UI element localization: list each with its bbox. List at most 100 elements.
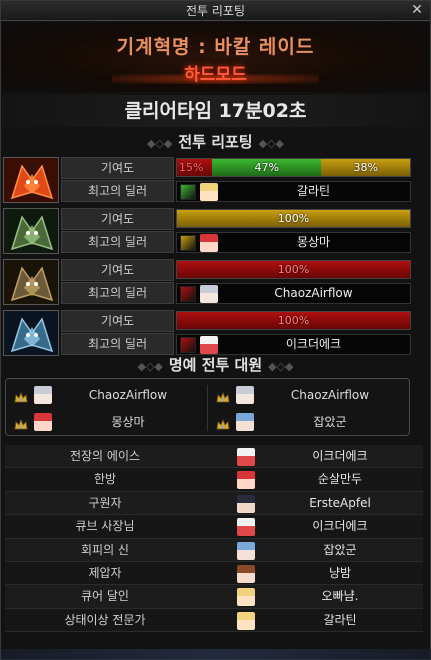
award-title: 전장의 에이스 <box>69 449 141 463</box>
award-list: 전장의 에이스 이크더에크 한방 순살만두 구원자 ErsteApfel 큐브 사장님 이크더… <box>5 445 423 633</box>
award-title: 한방 <box>93 472 117 487</box>
award-title: 상태이상 전문가 <box>64 612 146 627</box>
ice-dragon-boss-portrait <box>3 310 59 356</box>
best-dealer-label: 최고의 딜러 <box>61 282 174 304</box>
crown-icon <box>14 389 28 403</box>
award-winner-name: 이크더에크 <box>312 519 368 534</box>
best-dealer-label: 최고의 딜러 <box>61 231 174 253</box>
contribution-label: 기여도 <box>61 208 174 230</box>
red-dragon-boss-portrait <box>3 157 59 203</box>
dark-hair-avatar <box>237 494 255 513</box>
honor-member-name: 몽상마 <box>111 415 145 429</box>
silver-hair-avatar <box>34 386 52 404</box>
white-cap-avatar <box>237 448 255 466</box>
award-winner-name: 잡았군 <box>323 542 357 557</box>
red-hair-avatar <box>200 234 218 252</box>
contribution-segment: 15% <box>177 159 212 176</box>
honor-member: 잡았군 <box>210 410 406 434</box>
honor-member-name: 잡았군 <box>313 415 347 429</box>
award-title: 큐어 달인 <box>81 589 129 604</box>
honor-member-name: ChaozAirflow <box>88 388 168 402</box>
award-row: 구원자 ErsteApfel <box>5 491 423 516</box>
ornament-icon: ◆◇◆ <box>146 137 173 150</box>
dealer-name: ChaozAirflow <box>274 286 353 300</box>
brown-hair-avatar <box>237 564 255 583</box>
clear-time: 클리어타임 17분02초 <box>2 95 429 127</box>
raid-name: 기계혁명 : 바칼 레이드 <box>116 36 315 58</box>
contribution-label: 기여도 <box>61 157 174 179</box>
difficulty-mode: 하드모드 <box>184 65 247 85</box>
contribution-bar: 100% <box>176 260 411 279</box>
red-hair-avatar <box>34 413 52 431</box>
honor-section-title: ◆◇◆ 명예 전투 대원 ◆◇◆ <box>2 353 429 377</box>
contribution-segment: 47% <box>211 159 322 176</box>
dealer-name: 이크더에크 <box>285 337 342 351</box>
boss-row: 기여도 최고의 딜러 15% 47% 38% 갈라틴 <box>3 157 413 203</box>
blonde-avatar <box>200 183 218 201</box>
award-row: 제압자 냥밤 <box>5 561 423 586</box>
white-cap-avatar <box>237 518 255 537</box>
dealer-name: 몽상마 <box>296 235 331 249</box>
award-winner-name: ErsteApfel <box>309 495 371 510</box>
contribution-label: 기여도 <box>61 310 174 332</box>
award-row: 한방 순살만두 <box>5 468 423 492</box>
blue-outfit-avatar <box>236 413 254 431</box>
best-dealer-label: 최고의 딜러 <box>61 180 174 202</box>
best-dealer-box: 이크더에크 <box>176 334 411 355</box>
ornament-icon: ◆◇◆ <box>268 360 294 373</box>
award-title: 회피의 신 <box>81 542 129 557</box>
best-dealer-label: 최고의 딜러 <box>61 333 174 355</box>
crown-icon <box>216 416 230 430</box>
honor-members-box: ChaozAirflow ChaozAirflow 몽상마 잡았군 <box>5 378 410 436</box>
job-class-icon <box>180 286 196 302</box>
boss-row: 기여도 최고의 딜러 100% 몽상마 <box>3 208 413 254</box>
job-class-icon <box>180 235 196 251</box>
job-class-icon <box>180 184 196 200</box>
contribution-segment: 38% <box>321 159 410 176</box>
award-title: 구원자 <box>88 495 122 510</box>
ornament-icon: ◆◇◆ <box>258 137 284 150</box>
blue-outfit-avatar <box>237 541 255 560</box>
raid-header: 기계혁명 : 바칼 레이드 하드모드 <box>2 22 429 92</box>
crown-icon <box>14 416 28 430</box>
bottom-decoration <box>1 649 431 660</box>
white-cap-avatar <box>200 336 218 354</box>
boss-row: 기여도 최고의 딜러 100% ChaozAirflow <box>3 259 413 305</box>
blonde-avatar <box>237 611 255 630</box>
honor-member: ChaozAirflow <box>8 383 204 407</box>
honor-member: ChaozAirflow <box>210 383 406 407</box>
best-dealer-box: 갈라틴 <box>176 181 411 202</box>
silver-hair-avatar <box>200 285 218 303</box>
close-icon[interactable]: ✕ <box>410 3 424 17</box>
divider <box>207 385 208 431</box>
award-title: 큐브 사장님 <box>75 519 135 534</box>
battle-section-label: 전투 리포팅 <box>178 133 253 151</box>
crown-icon <box>216 389 230 403</box>
red-hair-avatar <box>237 471 255 490</box>
contribution-bar: 15% 47% 38% <box>176 158 411 177</box>
award-row: 전장의 에이스 이크더에크 <box>5 445 423 469</box>
title-bar[interactable]: 전투 리포팅 ✕ <box>1 1 430 21</box>
award-row: 큐브 사장님 이크더에크 <box>5 515 423 539</box>
job-class-icon <box>180 337 196 353</box>
award-row: 큐어 달인 오빠냠. <box>5 585 423 609</box>
award-row: 회피의 신 잡았군 <box>5 538 423 562</box>
contribution-bar: 100% <box>176 311 411 330</box>
battle-section-title: ◆◇◆ 전투 리포팅 ◆◇◆ <box>2 130 429 154</box>
award-winner-name: 이크더에크 <box>312 449 368 463</box>
boss-row: 기여도 최고의 딜러 100% 이크더에크 <box>3 310 413 356</box>
contribution-segment: 100% <box>177 312 410 329</box>
honor-section-label: 명예 전투 대원 <box>168 356 263 374</box>
dealer-name: 갈라틴 <box>296 184 331 198</box>
battle-report-window: 전투 리포팅 ✕ 기계혁명 : 바칼 레이드 하드모드 클리어타임 17분02초… <box>0 0 431 660</box>
contribution-segment: 100% <box>177 210 410 227</box>
blonde-avatar <box>237 588 255 607</box>
honor-member: 몽상마 <box>8 410 204 434</box>
green-dragon-boss-portrait <box>3 208 59 254</box>
gold-dragon-boss-portrait <box>3 259 59 305</box>
award-row: 상태이상 전문가 갈라틴 <box>5 608 423 633</box>
ornament-icon: ◆◇◆ <box>137 360 163 373</box>
award-winner-name: 순살만두 <box>317 472 363 487</box>
best-dealer-box: 몽상마 <box>176 232 411 253</box>
contribution-label: 기여도 <box>61 259 174 281</box>
